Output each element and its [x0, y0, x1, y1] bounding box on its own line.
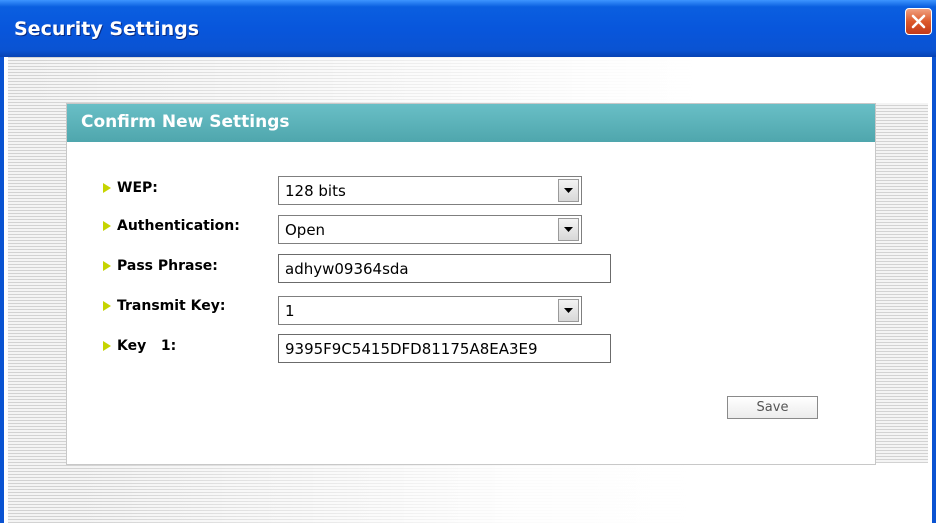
background-fade-top	[8, 57, 928, 103]
wep-label: WEP:	[103, 180, 158, 196]
wep-dropdown-button[interactable]	[558, 179, 579, 202]
authentication-label-text: Authentication:	[117, 218, 240, 234]
save-button[interactable]: Save	[727, 396, 818, 419]
panel-header: Confirm New Settings	[67, 104, 875, 142]
key1-label-text: Key 1:	[117, 338, 177, 354]
transmit-key-label: Transmit Key:	[103, 298, 225, 314]
authentication-select[interactable]: Open	[278, 215, 582, 244]
pass-phrase-label: Pass Phrase:	[103, 258, 218, 274]
pass-phrase-value: adhyw09364sda	[285, 260, 409, 278]
pass-phrase-label-text: Pass Phrase:	[117, 258, 218, 274]
chevron-down-icon	[564, 308, 573, 313]
confirm-settings-panel: Confirm New Settings WEP: 128 bits Authe…	[66, 103, 876, 465]
bullet-arrow-icon	[103, 301, 111, 311]
key1-value: 9395F9C5415DFD81175A8EA3E9	[285, 340, 538, 358]
window-title: Security Settings	[14, 18, 200, 40]
bullet-arrow-icon	[103, 183, 111, 193]
transmit-key-select[interactable]: 1	[278, 296, 582, 325]
key1-label: Key 1:	[103, 338, 176, 354]
wep-label-text: WEP:	[117, 180, 158, 196]
transmit-key-select-value: 1	[285, 302, 295, 320]
authentication-label: Authentication:	[103, 218, 240, 234]
bullet-arrow-icon	[103, 221, 111, 231]
wep-select-value: 128 bits	[285, 182, 346, 200]
panel-title: Confirm New Settings	[81, 112, 290, 132]
background-fade-bottom	[8, 463, 928, 523]
transmit-key-label-text: Transmit Key:	[117, 298, 226, 314]
chevron-down-icon	[564, 188, 573, 193]
authentication-dropdown-button[interactable]	[558, 218, 579, 241]
close-icon	[911, 14, 926, 29]
bullet-arrow-icon	[103, 341, 111, 351]
transmit-key-dropdown-button[interactable]	[558, 299, 579, 322]
bullet-arrow-icon	[103, 261, 111, 271]
title-bar[interactable]: Security Settings	[0, 0, 936, 57]
pass-phrase-input[interactable]: adhyw09364sda	[278, 254, 611, 283]
close-button[interactable]	[905, 8, 932, 35]
authentication-select-value: Open	[285, 221, 326, 239]
wep-select[interactable]: 128 bits	[278, 176, 582, 205]
chevron-down-icon	[564, 227, 573, 232]
key1-input[interactable]: 9395F9C5415DFD81175A8EA3E9	[278, 334, 611, 363]
